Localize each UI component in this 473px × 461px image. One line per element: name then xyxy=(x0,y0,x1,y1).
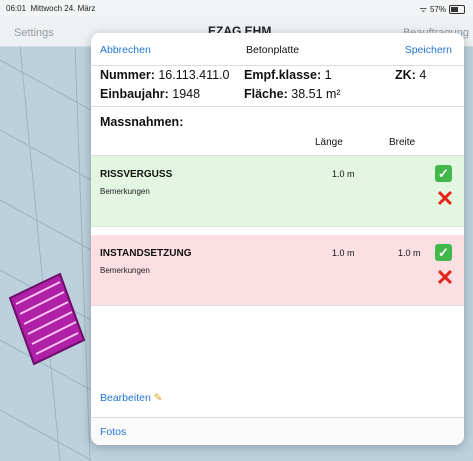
massnahme-name: RISSVERGUSS xyxy=(100,169,173,180)
edit-sheet: Abbrechen Betonplatte Speichern Nummer: … xyxy=(91,33,464,445)
edit-label: Bearbeiten xyxy=(100,392,151,404)
massnahme-name: INSTANDSETZUNG xyxy=(100,248,192,259)
remark-field[interactable]: Bemerkungen xyxy=(100,187,150,196)
massnahme-row[interactable]: INSTANDSETZUNG Bemerkungen 1.0 m 1.0 m ✓… xyxy=(91,235,464,306)
status-right: ᯤ 57% xyxy=(420,4,465,15)
width-value: 1.0 m xyxy=(398,248,421,258)
status-time: 06:01 Mittwoch 24. März xyxy=(6,4,96,13)
flaeche-field: Fläche: 38.51 m² xyxy=(244,87,341,101)
check-icon[interactable]: ✓ xyxy=(435,244,452,261)
remark-field[interactable]: Bemerkungen xyxy=(100,266,150,275)
object-info: Nummer: 16.113.411.0 Empf.klasse: 1 ZK: … xyxy=(91,66,464,107)
column-length: Länge xyxy=(315,137,343,148)
sheet-title: Betonplatte xyxy=(246,44,300,56)
battery-icon xyxy=(449,5,465,14)
pencil-icon: ✎ xyxy=(153,392,163,404)
massnahmen-header: Massnahmen: Länge Breite xyxy=(91,107,464,156)
einbaujahr-field: Einbaujahr: 1948 xyxy=(100,87,201,101)
empf-klasse-field: Empf.klasse: 1 xyxy=(244,68,332,82)
settings-button[interactable]: Settings xyxy=(14,27,54,39)
sheet-footer: Fotos xyxy=(91,417,464,445)
selected-slab[interactable] xyxy=(8,272,86,366)
cross-icon[interactable]: ✕ xyxy=(434,267,456,289)
save-button[interactable]: Speichern xyxy=(405,44,452,56)
column-width: Breite xyxy=(389,137,416,148)
zk-field: ZK: 4 xyxy=(395,68,427,82)
massnahmen-title: Massnahmen: xyxy=(100,115,184,129)
status-bar: 06:01 Mittwoch 24. März ᯤ 57% xyxy=(0,0,473,16)
cross-icon[interactable]: ✕ xyxy=(434,188,456,210)
massnahme-row[interactable]: RISSVERGUSS Bemerkungen 1.0 m ✓ ✕ xyxy=(91,156,464,227)
length-value: 1.0 m xyxy=(332,169,355,179)
cancel-button[interactable]: Abbrechen xyxy=(100,44,151,56)
photos-button[interactable]: Fotos xyxy=(100,426,126,438)
sheet-header: Abbrechen Betonplatte Speichern xyxy=(91,33,464,66)
battery-text: 57% xyxy=(429,5,446,14)
length-value: 1.0 m xyxy=(332,248,355,258)
nummer-field: Nummer: 16.113.411.0 xyxy=(100,68,230,82)
edit-button[interactable]: Bearbeiten ✎ xyxy=(100,392,163,404)
check-icon[interactable]: ✓ xyxy=(435,165,452,182)
wifi-icon: ᯤ xyxy=(419,5,427,14)
